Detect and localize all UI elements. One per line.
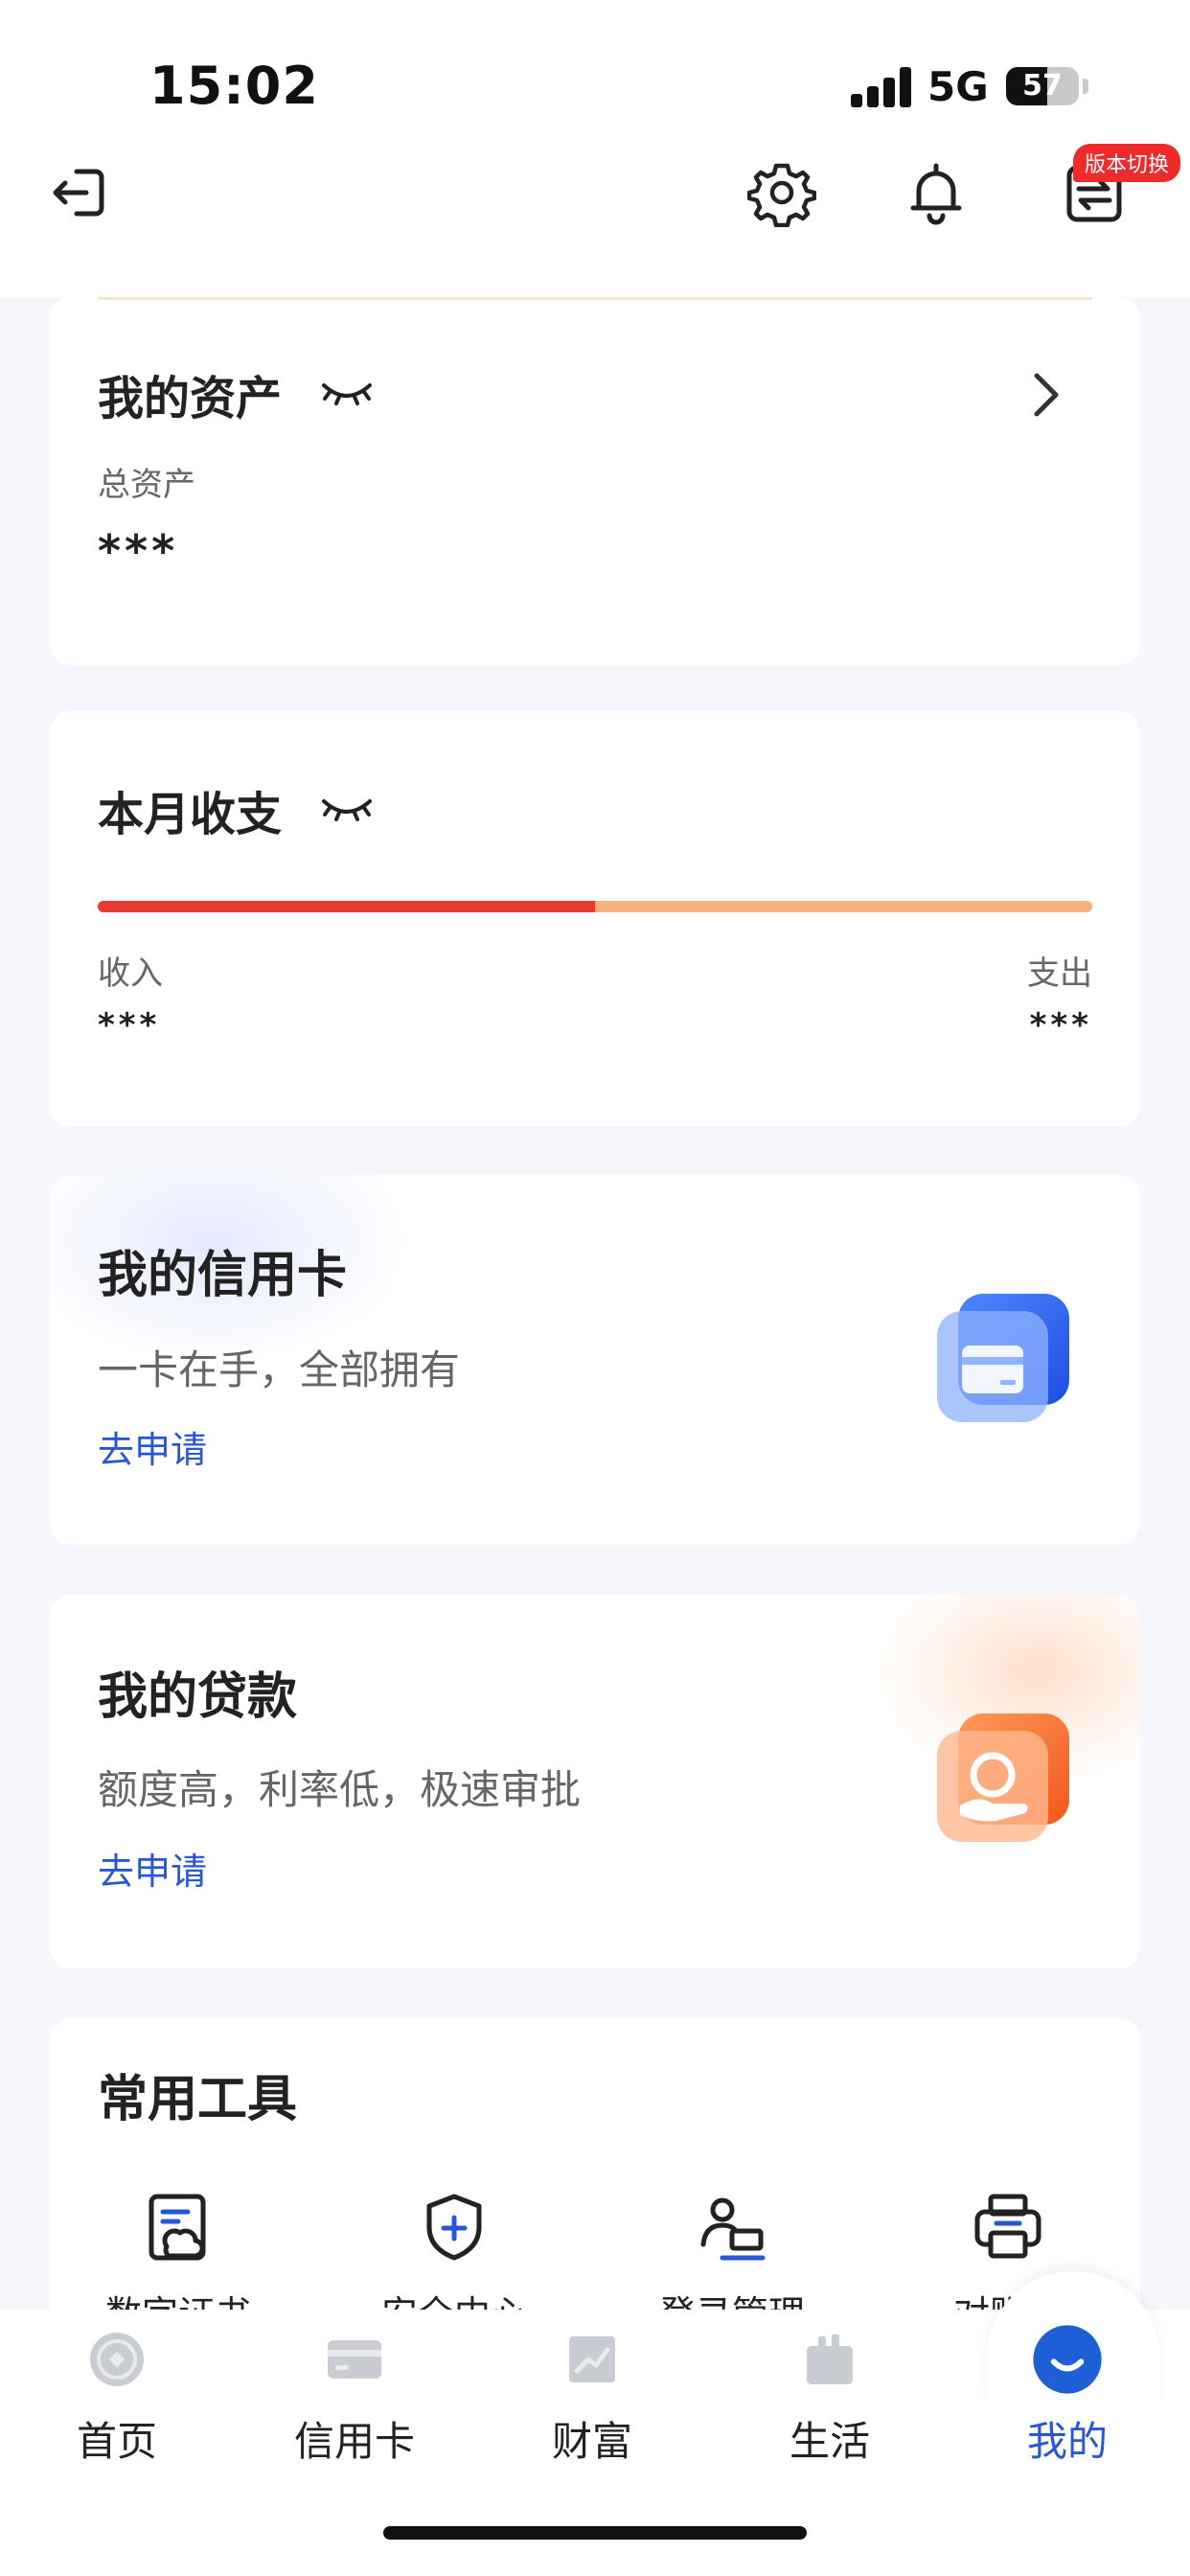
tool-login-management[interactable]: 登录管理 — [636, 2189, 828, 2335]
version-switch-badge[interactable]: 版本切换 — [1073, 144, 1181, 182]
gear-icon[interactable] — [747, 158, 816, 227]
screen: 15:02 5G 57 版本切换 我的资产 总资产 *** 本月收支 收入 支出… — [0, 0, 1190, 2576]
total-assets-value: *** — [98, 525, 179, 577]
credit-card-desc: 一卡在手，全部拥有 — [98, 1346, 461, 1393]
tab-life[interactable]: 生活 — [734, 2329, 926, 2468]
expense-value: *** — [1029, 1006, 1092, 1045]
tab-label: 首页 — [76, 2418, 157, 2465]
income-value: *** — [98, 1006, 161, 1045]
credit-card-promo-card[interactable]: 我的信用卡 一卡在手，全部拥有 去申请 — [50, 1175, 1140, 1545]
battery-icon: 57 — [1006, 67, 1079, 105]
certificate-icon — [149, 2194, 206, 2261]
chevron-right-icon[interactable] — [1027, 370, 1065, 420]
tools-title: 常用工具 — [98, 2071, 298, 2128]
expense-label: 支出 — [1027, 954, 1092, 993]
battery-tip — [1083, 79, 1088, 94]
cellular-signal-icon — [851, 67, 912, 107]
total-assets-label: 总资产 — [98, 466, 195, 504]
loan-illustration-icon — [937, 1714, 1069, 1842]
eye-closed-icon[interactable] — [320, 378, 374, 406]
wealth-chart-icon — [569, 2336, 615, 2382]
bell-icon[interactable] — [902, 158, 971, 227]
shield-icon — [426, 2194, 482, 2261]
tab-home[interactable]: 首页 — [21, 2329, 213, 2468]
assets-title: 我的资产 — [98, 372, 283, 426]
life-bag-icon — [807, 2334, 853, 2384]
loan-title: 我的贷款 — [98, 1668, 298, 1726]
home-coin-icon — [90, 2333, 144, 2386]
network-type: 5G — [927, 63, 989, 110]
mine-smile-icon — [1033, 2325, 1102, 2394]
credit-card-illustration-icon — [937, 1294, 1069, 1422]
monthly-title: 本月收支 — [98, 788, 283, 841]
tab-mine[interactable]: 我的 — [972, 2325, 1163, 2468]
monthly-summary-card[interactable]: 本月收支 收入 支出 *** *** — [50, 711, 1140, 1127]
battery-percent: 57 — [1022, 69, 1063, 103]
income-label: 收入 — [98, 954, 163, 993]
tab-credit-card[interactable]: 信用卡 — [259, 2329, 450, 2468]
credit-card-icon — [328, 2340, 381, 2379]
home-indicator — [383, 2526, 807, 2540]
printer-icon — [974, 2194, 1041, 2259]
loan-desc: 额度高，利率低，极速审批 — [98, 1766, 582, 1813]
credit-card-apply-link[interactable]: 去申请 — [98, 1420, 207, 1473]
loan-apply-link[interactable]: 去申请 — [98, 1842, 207, 1895]
credit-card-title: 我的信用卡 — [98, 1247, 348, 1304]
income-bar-fill — [98, 901, 595, 912]
tab-label: 信用卡 — [293, 2418, 415, 2465]
tab-wealth[interactable]: 财富 — [496, 2329, 688, 2468]
income-expense-bar — [98, 901, 1092, 912]
login-manage-icon — [700, 2197, 766, 2261]
tool-security-center[interactable]: 安全中心 — [358, 2189, 550, 2335]
tab-label: 生活 — [789, 2418, 870, 2465]
assets-card[interactable]: 我的资产 总资产 *** — [50, 297, 1140, 665]
status-time: 15:02 — [149, 56, 319, 116]
loan-promo-card[interactable]: 我的贷款 额度高，利率低，极速审批 去申请 — [50, 1595, 1140, 1968]
tool-digital-certificate[interactable]: 数字证书 — [82, 2189, 274, 2335]
tab-label: 我的 — [1026, 2418, 1108, 2465]
exit-icon[interactable] — [44, 158, 113, 227]
card-top-line — [98, 297, 1092, 300]
eye-closed-icon[interactable] — [320, 794, 374, 822]
tab-label: 财富 — [551, 2418, 632, 2465]
top-header: 15:02 5G 57 版本切换 — [0, 0, 1190, 297]
